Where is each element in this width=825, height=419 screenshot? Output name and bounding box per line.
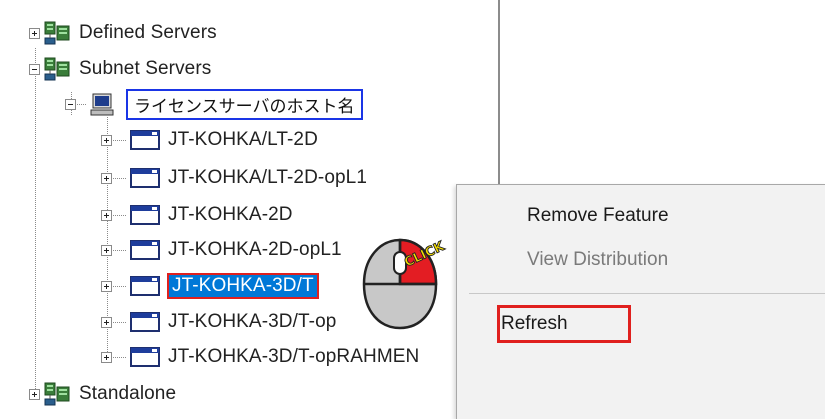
tree-label: JT-KOHKA-3D/T-op — [168, 311, 337, 332]
tree-row-feature[interactable]: JT-KOHKA-2D-opL1 — [101, 231, 342, 269]
tree-connector — [77, 104, 87, 105]
tree-row-feature[interactable]: JT-KOHKA-3D/T-opRAHMEN — [101, 338, 419, 376]
expand-icon[interactable] — [101, 209, 112, 221]
context-menu: Remove Feature View Distribution Refresh — [456, 184, 825, 419]
tree-row-subnet-servers[interactable]: Subnet Servers — [29, 50, 211, 88]
window-icon — [130, 312, 160, 332]
tree-label: JT-KOHKA-2D — [168, 204, 293, 225]
expand-icon[interactable] — [29, 27, 40, 39]
server-group-icon — [44, 382, 70, 406]
menu-item-remove-feature[interactable]: Remove Feature — [527, 205, 669, 227]
tree-row-standalone[interactable]: Standalone — [29, 375, 176, 413]
tree-row-feature-selected[interactable]: JT-KOHKA-3D/T — [101, 267, 319, 305]
tree-connector — [35, 84, 36, 397]
tree-label: Subnet Servers — [79, 58, 212, 79]
tree-label: Defined Servers — [79, 22, 217, 43]
mouse-click-icon: CLICK — [362, 238, 448, 330]
window-icon — [130, 130, 160, 150]
window-icon — [130, 276, 160, 296]
collapse-icon[interactable] — [65, 98, 76, 110]
tree-connector — [113, 357, 127, 358]
tree-connector — [113, 215, 127, 216]
tree-label: JT-KOHKA/LT-2D-opL1 — [168, 167, 368, 188]
window-icon — [130, 347, 160, 367]
window-icon — [130, 168, 160, 188]
refresh-highlight-box — [497, 305, 631, 343]
expand-icon[interactable] — [101, 134, 112, 146]
menu-item-view-distribution[interactable]: View Distribution — [527, 249, 668, 271]
server-group-icon — [44, 57, 70, 81]
tree-connector — [113, 250, 127, 251]
server-group-icon — [44, 21, 70, 45]
tree-row-host[interactable]: ライセンスサーバのホスト名 — [65, 85, 363, 123]
tree-connector — [113, 286, 127, 287]
tree-row-defined-servers[interactable]: Defined Servers — [29, 14, 217, 52]
window-icon — [130, 205, 160, 225]
tree-row-feature[interactable]: JT-KOHKA-2D — [101, 196, 293, 234]
expand-icon[interactable] — [29, 388, 40, 400]
tree-label: JT-KOHKA-2D-opL1 — [168, 239, 342, 260]
tree-label: Standalone — [79, 383, 177, 404]
expand-icon[interactable] — [101, 172, 112, 184]
tree-connector — [113, 178, 127, 179]
expand-icon[interactable] — [101, 316, 112, 328]
tree-row-feature[interactable]: JT-KOHKA/LT-2D — [101, 121, 318, 159]
host-name-label: ライセンスサーバのホスト名 — [126, 88, 363, 120]
expand-icon[interactable] — [101, 280, 112, 292]
tree-row-feature[interactable]: JT-KOHKA-3D/T-op — [101, 303, 336, 341]
window-icon — [130, 240, 160, 260]
expand-icon[interactable] — [101, 244, 112, 256]
tree-label: JT-KOHKA/LT-2D — [168, 129, 318, 150]
tree-connector — [113, 140, 127, 141]
expand-icon[interactable] — [101, 351, 112, 363]
tree-label-selected: JT-KOHKA-3D/T — [167, 273, 319, 299]
collapse-icon[interactable] — [29, 63, 40, 75]
computer-icon — [90, 93, 114, 116]
tree-row-feature[interactable]: JT-KOHKA/LT-2D-opL1 — [101, 159, 367, 197]
menu-separator — [469, 293, 825, 294]
server-tree-panel: Defined Servers Subnet Servers ライセンスサーバの — [0, 0, 500, 418]
tree-label: JT-KOHKA-3D/T-opRAHMEN — [168, 346, 420, 367]
tree-connector — [113, 322, 127, 323]
